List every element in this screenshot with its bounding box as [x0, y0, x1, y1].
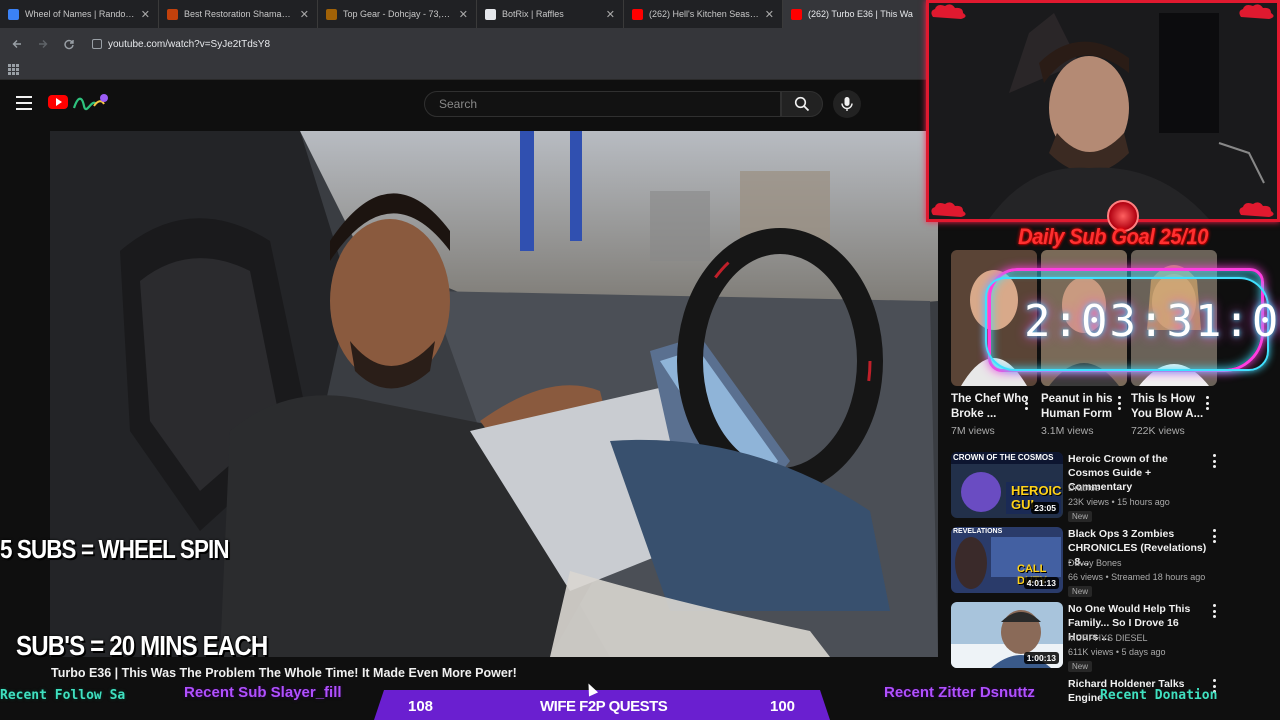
tab-close-icon[interactable]: ✕: [141, 8, 150, 21]
short-title[interactable]: This Is How You Blow A...: [1131, 392, 1211, 422]
forward-icon[interactable]: [32, 33, 54, 55]
menu-icon[interactable]: [16, 96, 32, 110]
cloud-deco-icon: [1239, 202, 1274, 217]
new-badge: New: [1068, 661, 1093, 672]
channel-name[interactable]: Davey Bones: [1068, 558, 1122, 568]
sub-goal-label: Daily Sub Goal 25/10: [1018, 224, 1208, 249]
recent-follow-text: Recent Follow Sa: [0, 688, 126, 703]
cloud-deco-icon: [931, 4, 966, 20]
tab-title: (262) Turbo E36 | This Wa: [808, 9, 913, 19]
browser-tab[interactable]: Wheel of Names | Random nam ✕: [0, 0, 159, 28]
site-info-icon[interactable]: [92, 39, 102, 49]
tab-close-icon[interactable]: ✕: [300, 8, 309, 21]
recent-sub-text: Recent Sub Slayer_fill: [184, 684, 342, 701]
tab-favicon-icon: [791, 8, 802, 20]
tab-favicon-icon: [8, 8, 19, 20]
recommendation-item[interactable]: REVELATIONS CALL DUTY 4:01:13 Black Ops …: [951, 527, 1271, 599]
recommendation-thumbnail[interactable]: CROWN OF THE COSMOS HEROIC GUI 23:05: [951, 452, 1063, 518]
new-badge: New: [1068, 511, 1093, 522]
more-vert-icon[interactable]: [1212, 529, 1216, 543]
channel-name[interactable]: MURPHYS DIESEL: [1068, 633, 1148, 643]
youtube-doodle-icon[interactable]: [70, 92, 110, 112]
recent-zitter-text: Recent Zitter Dsnuttz: [884, 684, 1035, 701]
overlay-wheel-spin-text: 5 SUBS = WHEEL SPIN: [0, 534, 230, 564]
recommendation-thumbnail[interactable]: REVELATIONS CALL DUTY 4:01:13: [951, 527, 1063, 593]
tab-title: BotRix | Raffles: [502, 9, 564, 19]
recommendation-item[interactable]: CROWN OF THE COSMOS HEROIC GUI 23:05 Her…: [951, 452, 1271, 524]
more-vert-icon[interactable]: [1212, 604, 1216, 618]
browser-tab[interactable]: Best Restoration Shaman Talent ✕: [159, 0, 318, 28]
short-views: 722K views: [1131, 425, 1185, 437]
tab-close-icon[interactable]: ✕: [459, 8, 468, 21]
back-icon[interactable]: [6, 33, 28, 55]
short-title[interactable]: Peanut in his Human Form: [1041, 392, 1121, 422]
browser-tab[interactable]: (262) Turbo E36 | This Wa: [783, 0, 930, 28]
search-button[interactable]: [781, 91, 823, 117]
video-meta: 66 views • Streamed 18 hours ago: [1068, 572, 1206, 582]
browser-tab-bar: Wheel of Names | Random nam✕Best Restora…: [0, 0, 930, 28]
short-title[interactable]: The Chef Who Broke ...: [951, 392, 1031, 422]
more-vert-icon[interactable]: [1117, 396, 1121, 410]
quest-count-left: 108: [408, 698, 434, 715]
tab-title: (262) Hell's Kitchen Season 19: [649, 9, 759, 19]
recommendation-item[interactable]: 1:00:13 No One Would Help This Family...…: [951, 602, 1271, 674]
new-badge: New: [1068, 586, 1093, 597]
tab-favicon-icon: [167, 8, 178, 20]
quest-label: WIFE F2P QUESTS: [540, 698, 668, 715]
browser-toolbar: youtube.com/watch?v=SyJe2tTdsY8: [0, 28, 930, 60]
tab-favicon-icon: [326, 8, 337, 20]
cloud-deco-icon: [931, 202, 966, 217]
video-duration: 4:01:13: [1023, 577, 1059, 589]
tab-favicon-icon: [632, 8, 643, 20]
bookmarks-bar: [0, 60, 930, 80]
video-frame: [50, 131, 938, 657]
quest-count-right: 100: [770, 698, 796, 715]
tab-close-icon[interactable]: ✕: [606, 8, 615, 21]
search-field[interactable]: [424, 91, 781, 117]
subathon-timer: 2:03:31:00: [1024, 296, 1280, 347]
mic-button[interactable]: [833, 90, 861, 118]
screen: Wheel of Names | Random nam✕Best Restora…: [0, 0, 1280, 720]
thumbnail-top-text: REVELATIONS: [953, 528, 1003, 535]
cloud-deco-icon: [1239, 4, 1274, 20]
video-player[interactable]: [50, 131, 938, 657]
browser-tab[interactable]: BotRix | Raffles ✕: [477, 0, 624, 28]
browser-tab[interactable]: Top Gear - Dohcjay - 73,000 DF ✕: [318, 0, 477, 28]
more-vert-icon[interactable]: [1212, 454, 1216, 468]
reload-icon[interactable]: [58, 33, 80, 55]
video-duration: 1:00:13: [1023, 652, 1059, 664]
video-meta: 611K views • 5 days ago: [1068, 647, 1166, 657]
tab-title: Wheel of Names | Random nam: [25, 9, 135, 19]
thumbnail-top-text: CROWN OF THE COSMOS: [953, 453, 1054, 462]
tab-close-icon[interactable]: ✕: [765, 8, 774, 21]
webcam-image: [929, 3, 1277, 219]
apps-icon[interactable]: [8, 64, 19, 75]
search-icon: [794, 96, 810, 112]
mic-icon: [841, 97, 853, 111]
youtube-logo-icon[interactable]: [48, 95, 68, 109]
webcam-feed: [926, 0, 1280, 222]
short-views: 7M views: [951, 425, 995, 437]
channel-name[interactable]: Dratnos: [1068, 483, 1100, 493]
overlay-subs-mins-text: SUB'S = 20 MINS EACH: [16, 630, 268, 661]
video-meta: 23K views • 15 hours ago: [1068, 497, 1170, 507]
browser-tab[interactable]: (262) Hell's Kitchen Season 19 ✕: [624, 0, 783, 28]
address-bar[interactable]: youtube.com/watch?v=SyJe2tTdsY8: [84, 33, 278, 55]
short-views: 3.1M views: [1041, 425, 1094, 437]
search-input[interactable]: [439, 97, 780, 111]
tab-title: Top Gear - Dohcjay - 73,000 DF: [343, 9, 453, 19]
tab-title: Best Restoration Shaman Talent: [184, 9, 294, 19]
video-title: Turbo E36 | This Was The Problem The Who…: [51, 666, 517, 680]
more-vert-icon[interactable]: [1205, 396, 1209, 410]
recent-donation-text: Recent Donation: [1100, 688, 1218, 703]
url-text: youtube.com/watch?v=SyJe2tTdsY8: [108, 38, 271, 50]
recommendation-thumbnail[interactable]: 1:00:13: [951, 602, 1063, 668]
video-duration: 23:05: [1031, 502, 1059, 514]
more-vert-icon[interactable]: [1024, 396, 1028, 410]
tab-favicon-icon: [485, 8, 496, 20]
